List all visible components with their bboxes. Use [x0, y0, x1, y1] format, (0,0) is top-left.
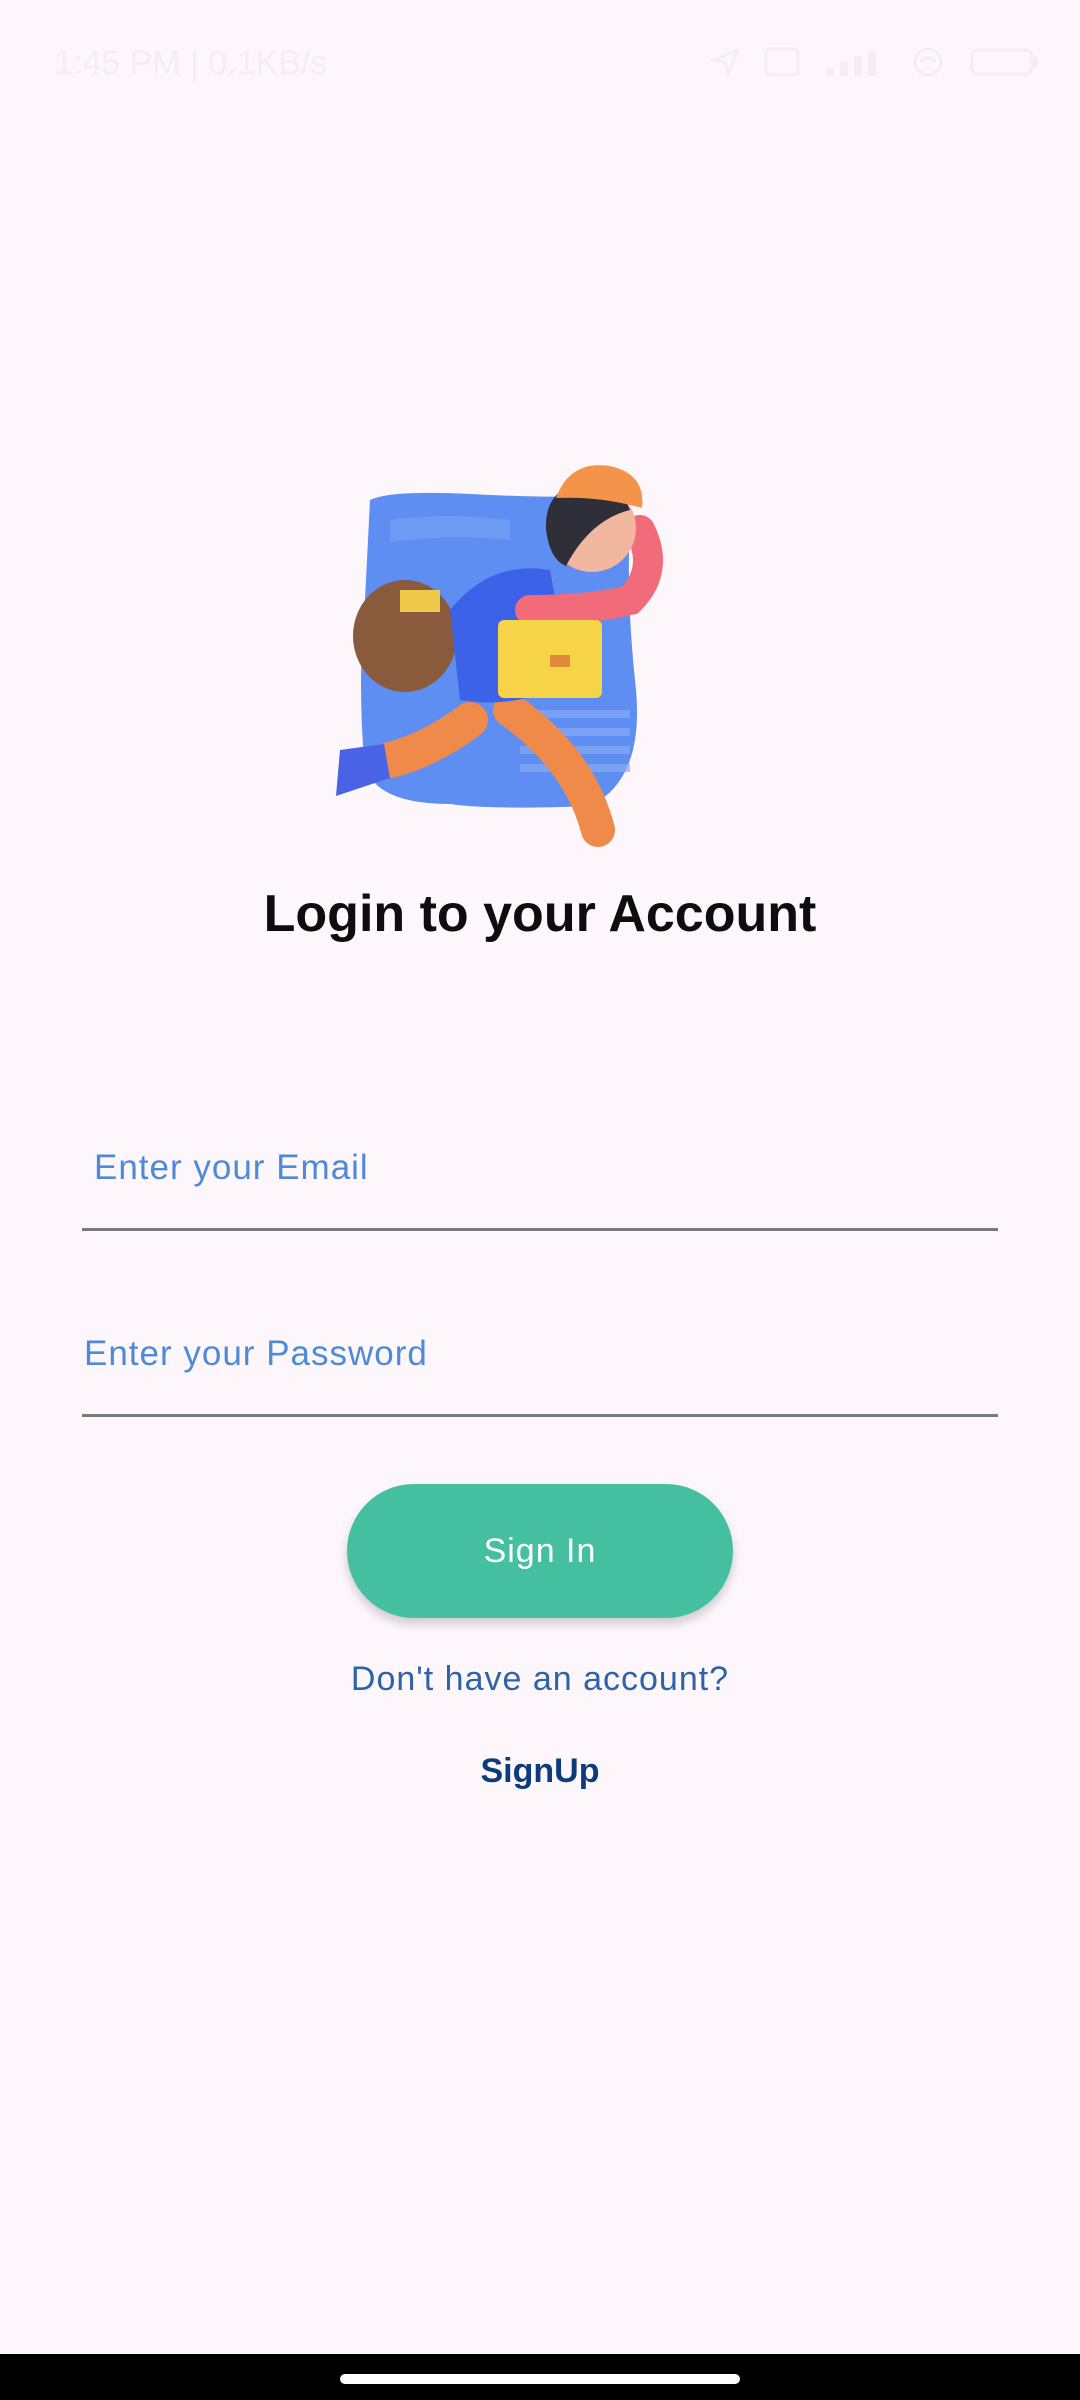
battery-icon	[970, 46, 1040, 78]
email-field-label: Enter your Email	[94, 1148, 369, 1187]
status-time: 1:45 PM | 0.1KB/s	[54, 44, 328, 82]
page-title: Login to your Account	[263, 885, 817, 943]
password-field-label: Enter your Password	[84, 1334, 428, 1373]
account-prompt: Don't have an account?	[350, 1660, 730, 1698]
home-indicator[interactable]	[340, 2374, 740, 2384]
email-field[interactable]: Enter your Email	[82, 1118, 998, 1231]
status-icons	[710, 46, 1040, 78]
password-field[interactable]: Enter your Password	[82, 1304, 998, 1417]
location-icon	[710, 46, 742, 78]
signal-icon	[822, 46, 886, 78]
sign-in-button[interactable]: Sign In	[347, 1484, 733, 1618]
status-bar: 1:45 PM | 0.1KB/s	[0, 0, 1080, 130]
sim-icon	[764, 47, 800, 77]
delivery-person-illustration	[336, 465, 663, 847]
signup-link[interactable]: SignUp	[0, 1752, 1080, 1791]
wifi-icon	[908, 46, 948, 78]
